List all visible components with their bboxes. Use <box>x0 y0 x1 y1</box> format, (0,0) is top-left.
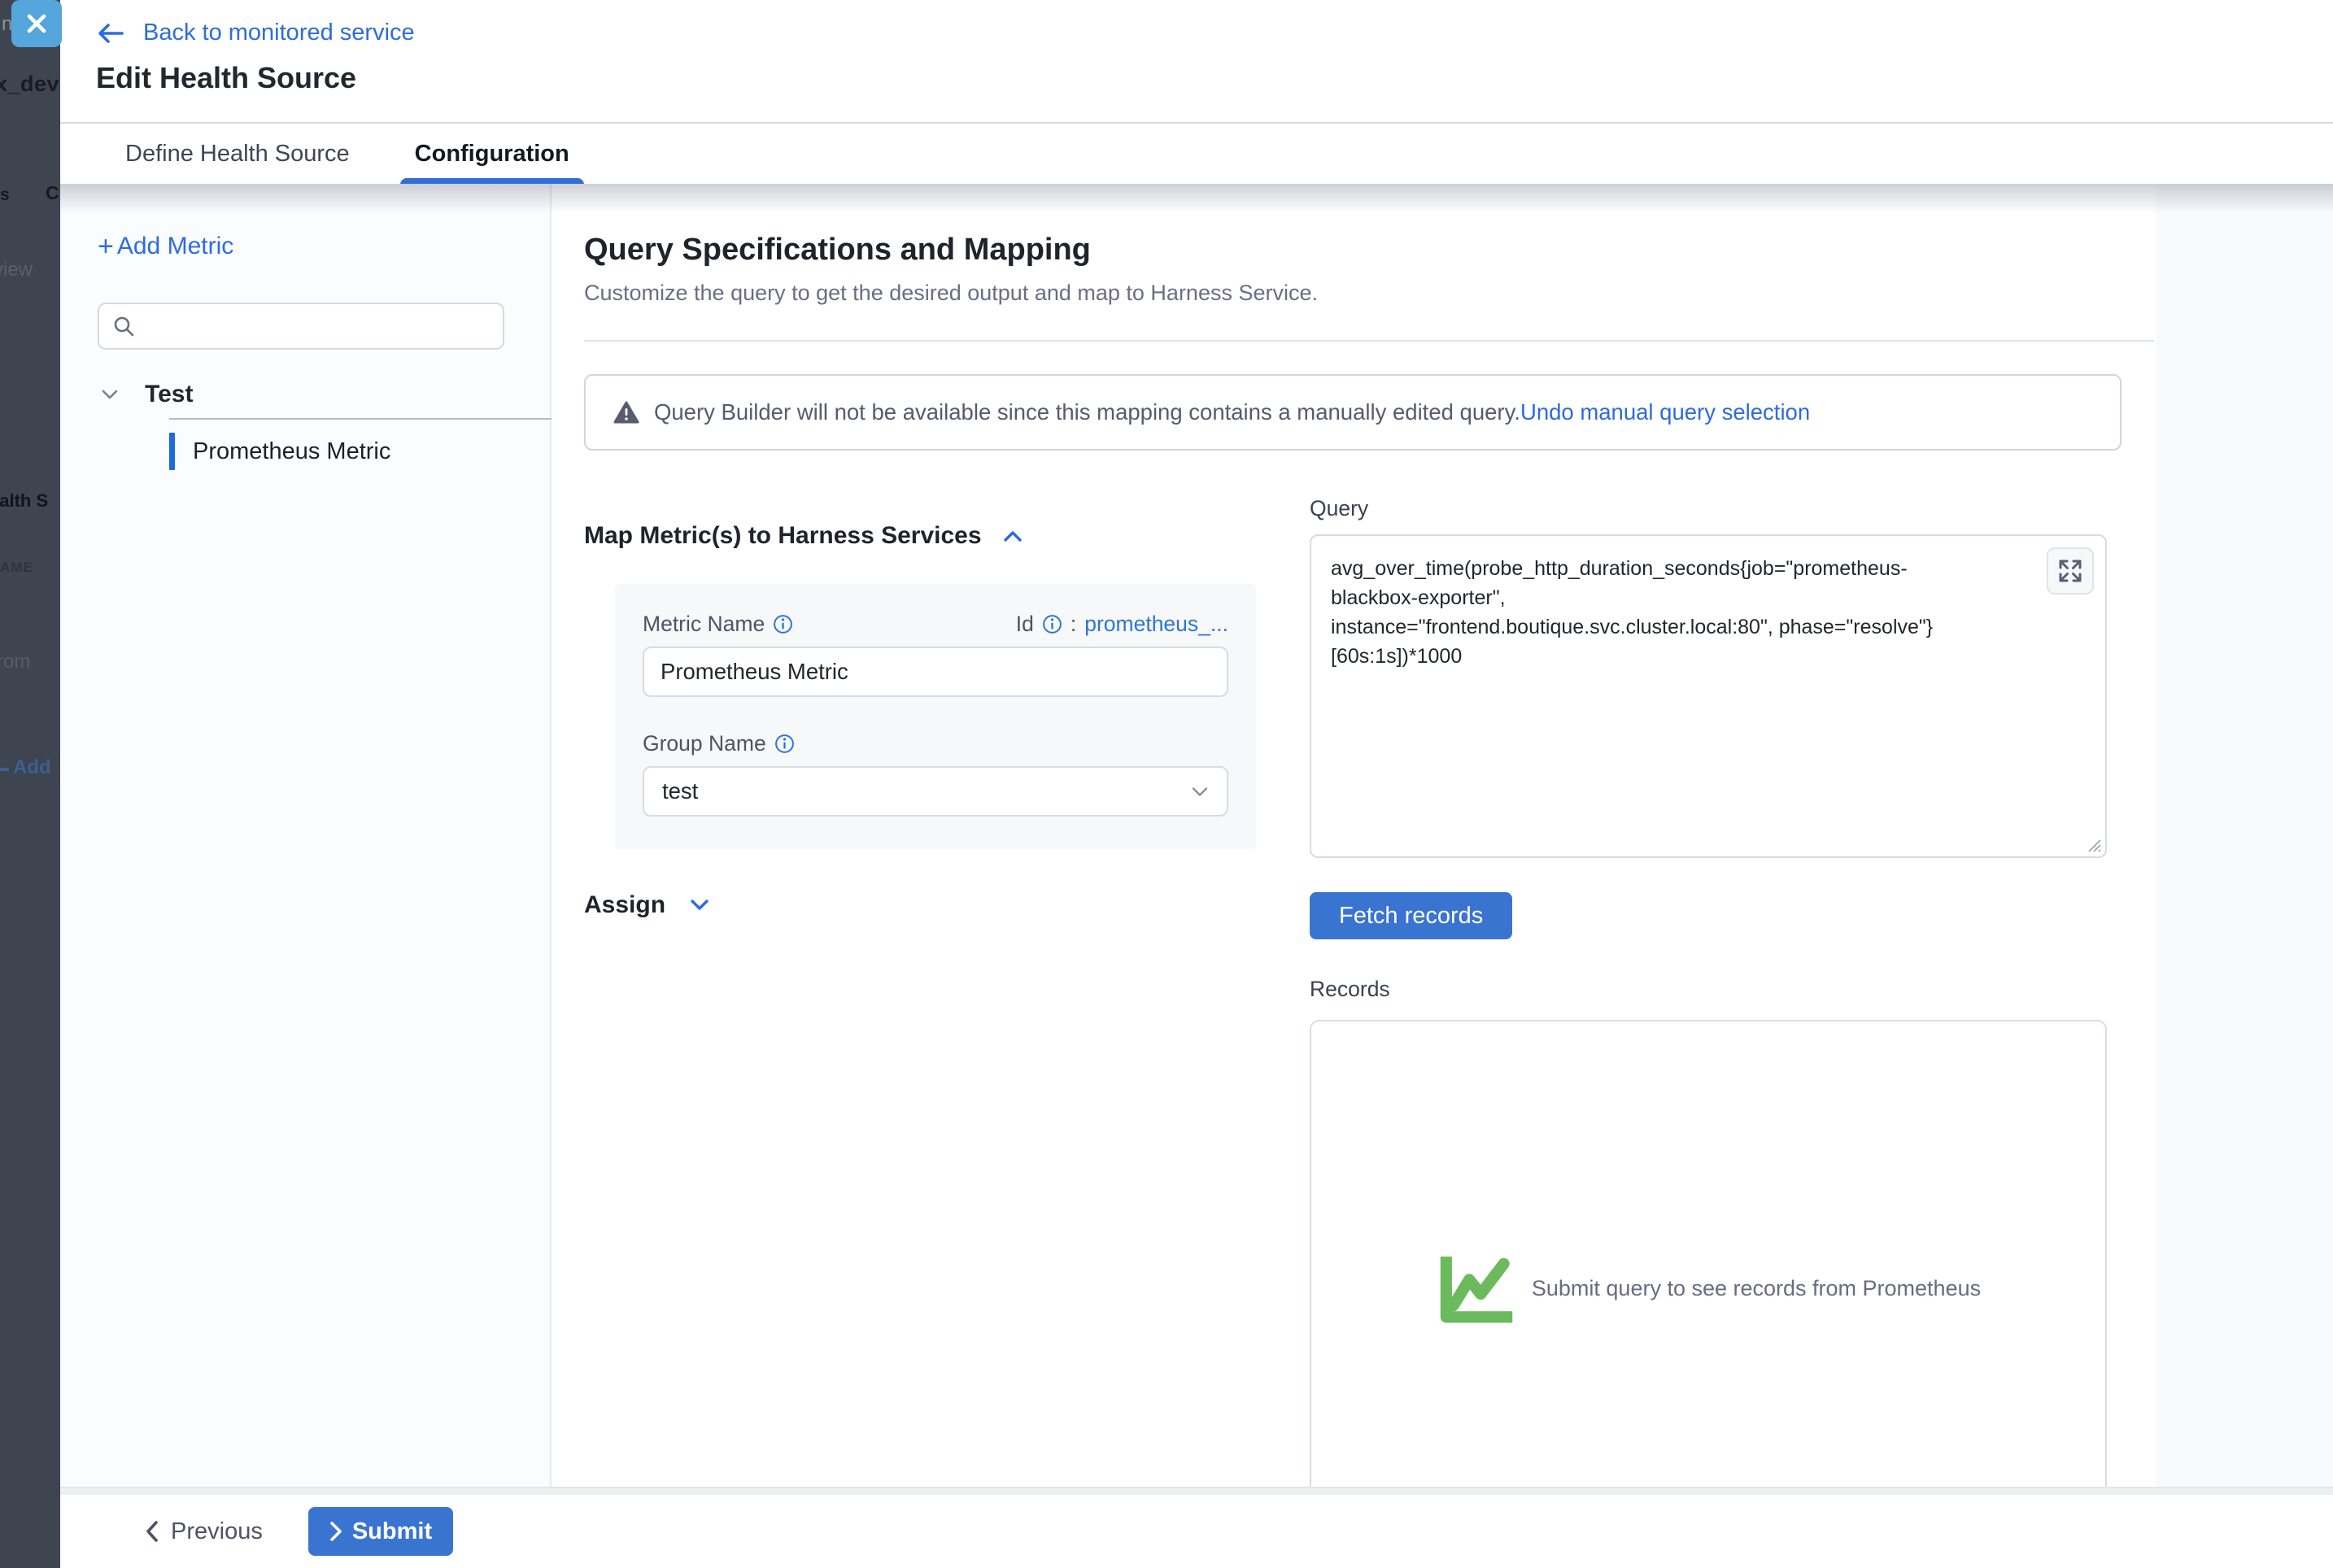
metric-search-input[interactable] <box>145 304 503 348</box>
tabbar: Define Health Source Configuration <box>60 122 2333 184</box>
previous-button[interactable]: Previous <box>145 1518 263 1545</box>
back-link-label: Back to monitored service <box>143 20 415 46</box>
metric-group-label: Test <box>145 381 193 408</box>
id-value-link[interactable]: prometheus_... <box>1084 612 1228 637</box>
info-icon[interactable] <box>1042 614 1062 634</box>
heading-divider <box>584 340 2154 342</box>
metric-name-input[interactable] <box>643 647 1228 697</box>
overlay-fragment: s <box>0 185 10 205</box>
metric-search[interactable] <box>98 303 504 350</box>
chevron-up-icon <box>1003 529 1023 542</box>
section-heading: Query Specifications and Mapping <box>584 233 2156 268</box>
records-empty-text: Submit query to see records from Prometh… <box>1532 1276 1981 1301</box>
assign-label: Assign <box>584 891 665 919</box>
info-icon[interactable] <box>774 734 795 754</box>
chevron-down-icon <box>690 899 709 912</box>
main-panel: Query Specifications and Mapping Customi… <box>552 184 2156 1487</box>
mapping-section-header[interactable]: Map Metric(s) to Harness Services <box>584 522 1256 550</box>
modal-header: Back to monitored service Edit Health So… <box>60 0 2333 122</box>
records-label: Records <box>1310 977 2107 1002</box>
page-title: Edit Health Source <box>96 61 2333 95</box>
chevron-down-icon <box>1191 786 1209 798</box>
previous-label: Previous <box>171 1518 263 1545</box>
query-builder-warning-banner: Query Builder will not be available sinc… <box>584 374 2122 451</box>
line-chart-icon <box>1436 1251 1517 1326</box>
modal-footer: Previous Submit <box>60 1495 2333 1568</box>
overlay-fragment: AME <box>0 560 33 576</box>
resize-grip-icon[interactable] <box>2084 835 2102 853</box>
metric-name-label-row: Metric Name Id <box>643 612 1228 637</box>
overlay-fragment: Add <box>13 756 51 779</box>
group-divider <box>169 418 563 420</box>
overlay-fragment: view <box>0 259 33 281</box>
query-section: Query avg_over_time(probe_http_duration_… <box>1310 496 2107 1487</box>
chevron-right-icon <box>329 1521 342 1542</box>
expand-icon <box>2057 558 2083 584</box>
id-label: Id <box>1016 612 1034 637</box>
overlay-fragment: x_dev <box>0 72 59 97</box>
close-button[interactable] <box>11 0 62 47</box>
back-link[interactable]: Back to monitored service <box>96 20 415 46</box>
query-text: avg_over_time(probe_http_duration_second… <box>1331 554 2086 671</box>
query-label: Query <box>1310 496 1368 520</box>
section-subheading: Customize the query to get the desired o… <box>584 281 2156 306</box>
submit-label: Submit <box>352 1518 432 1545</box>
submit-button[interactable]: Submit <box>308 1507 453 1556</box>
screen: nt x_dev s C view ealth S AME rom Add Ba… <box>0 0 2333 1568</box>
group-name-label: Group Name <box>643 731 766 756</box>
warning-icon <box>613 400 639 425</box>
overlay-fragment: rom <box>0 651 30 673</box>
arrow-left-icon <box>96 21 125 46</box>
records-empty-state: Submit query to see records from Prometh… <box>1436 1251 1981 1326</box>
warning-text: Query Builder will not be available sinc… <box>654 399 1520 425</box>
query-textarea[interactable]: avg_over_time(probe_http_duration_second… <box>1310 534 2107 858</box>
overlay-fragment: ealth S <box>0 490 48 512</box>
mapping-section: Map Metric(s) to Harness Services Metric… <box>584 496 1256 1487</box>
background-page-overlay: nt x_dev s C view ealth S AME rom Add <box>0 0 60 1568</box>
tab-configuration[interactable]: Configuration <box>402 123 582 185</box>
assign-section-header[interactable]: Assign <box>584 891 1256 919</box>
metric-name-label-wrap: Metric Name <box>643 612 793 637</box>
tab-define-health-source[interactable]: Define Health Source <box>112 123 363 185</box>
selected-indicator <box>169 433 175 470</box>
id-wrap: Id : prometheus_... <box>1016 612 1228 637</box>
plus-icon: + <box>98 233 114 260</box>
overlay-fragment: C <box>46 182 59 204</box>
group-name-select[interactable]: test <box>643 766 1228 817</box>
form-columns: Map Metric(s) to Harness Services Metric… <box>584 496 2156 1487</box>
edit-health-source-modal: Back to monitored service Edit Health So… <box>60 0 2333 1568</box>
close-icon <box>24 11 49 36</box>
group-name-label-wrap: Group Name <box>643 731 795 756</box>
chevron-left-icon <box>145 1520 159 1543</box>
search-icon <box>112 315 135 338</box>
metric-item-label: Prometheus Metric <box>193 438 390 465</box>
overlay-fragment-dash <box>0 768 9 771</box>
undo-manual-query-link[interactable]: Undo manual query selection <box>1520 399 1810 425</box>
metrics-sidebar: + Add Metric Test <box>60 184 552 1487</box>
id-separator: : <box>1071 612 1076 637</box>
metric-name-label: Metric Name <box>643 612 765 637</box>
info-icon[interactable] <box>773 614 793 634</box>
mapping-card: Metric Name Id <box>615 584 1256 849</box>
metric-group-test[interactable]: Test <box>98 381 550 408</box>
expand-query-button[interactable] <box>2047 547 2094 595</box>
sidebar-item-prometheus-metric[interactable]: Prometheus Metric <box>169 433 550 470</box>
mapping-section-title: Map Metric(s) to Harness Services <box>584 522 982 550</box>
records-panel: Submit query to see records from Prometh… <box>1310 1020 2107 1487</box>
group-name-value: test <box>662 778 698 804</box>
footer-divider <box>60 1487 2333 1495</box>
content-row: + Add Metric Test <box>60 184 2333 1487</box>
chevron-down-icon <box>101 388 119 401</box>
add-metric-label: Add Metric <box>117 233 233 260</box>
add-metric-button[interactable]: + Add Metric <box>98 233 233 260</box>
fetch-records-button[interactable]: Fetch records <box>1310 892 1512 939</box>
